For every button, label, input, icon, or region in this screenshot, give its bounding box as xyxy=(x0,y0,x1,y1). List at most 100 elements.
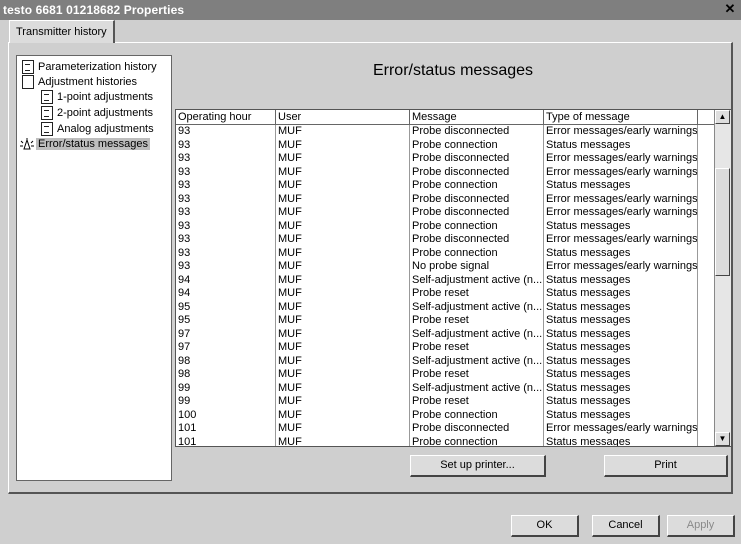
operating-hour-cell: 99 xyxy=(176,395,276,409)
message-cell: Probe connection xyxy=(410,435,544,446)
tree-item-error-status-messages[interactable]: Error/status messages xyxy=(20,137,151,152)
tree-item-label: 2-point adjustments xyxy=(57,107,153,119)
message-cell: Probe reset xyxy=(410,314,544,328)
type-of-message-cell: Status messages xyxy=(544,368,698,382)
vertical-scrollbar[interactable]: ▲ ▼ xyxy=(714,110,731,446)
table-row[interactable]: 93 MUF Probe connection Status messages xyxy=(176,138,716,152)
operating-hour-cell: 94 xyxy=(176,287,276,301)
table-row[interactable]: 93 MUF Probe disconnected Error messages/ea… xyxy=(176,233,716,247)
column-header-operating-hour[interactable]: Operating hour xyxy=(176,110,276,124)
table-row[interactable]: 93 MUF Probe disconnected Error messages/ea… xyxy=(176,165,716,179)
type-of-message-cell: Error messages/early warnings xyxy=(546,233,698,247)
user-cell: MUF xyxy=(276,165,410,179)
user-cell: MUF xyxy=(276,246,410,260)
message-cell: Self-adjustment active (n... xyxy=(412,273,544,287)
type-of-message-cell: Error messages/early warnings xyxy=(546,422,698,436)
tree-item-parameterization-history[interactable]: Parameterization history xyxy=(22,60,157,75)
table-row[interactable]: 95 MUF Self-adjustment active (n... Status … xyxy=(176,300,716,314)
window-title: testo 6681 01218682 Properties xyxy=(3,3,185,17)
tree-item-adjustment-histories[interactable]: Adjustment histories xyxy=(22,75,137,90)
table-row[interactable]: 98 MUF Probe reset Status messages xyxy=(176,368,716,382)
table-row[interactable]: 97 MUF Self-adjustment active (n... Status … xyxy=(176,327,716,341)
table-row[interactable]: 93 MUF Probe connection Status messages xyxy=(176,219,716,233)
table-row[interactable]: 93 MUF Probe connection Status messages xyxy=(176,246,716,260)
operating-hour-cell: 93 xyxy=(176,179,276,193)
tree-item-label: Adjustment histories xyxy=(38,76,138,88)
operating-hour-cell: 93 xyxy=(176,138,276,152)
scroll-down-icon[interactable]: ▼ xyxy=(715,432,730,446)
table-row[interactable]: 93 MUF No probe signal Error messages/early… xyxy=(176,260,716,274)
user-cell: MUF xyxy=(276,138,410,152)
message-cell: Probe connection xyxy=(410,138,544,152)
document-icon xyxy=(41,106,53,121)
user-cell: MUF xyxy=(276,341,410,355)
history-tree: Parameterization history Adjustment hist… xyxy=(16,55,172,481)
message-cell: Probe connection xyxy=(410,179,544,193)
type-of-message-cell: Status messages xyxy=(544,273,698,287)
column-header-user[interactable]: User xyxy=(276,110,410,124)
user-cell: MUF xyxy=(276,179,410,193)
document-icon xyxy=(22,60,34,75)
print-button[interactable]: Print xyxy=(604,455,728,477)
operating-hour-cell: 97 xyxy=(176,327,276,341)
ok-button[interactable]: OK xyxy=(511,515,579,537)
table-row[interactable]: 98 MUF Self-adjustment active (n... Status … xyxy=(176,354,716,368)
table-row[interactable]: 101 MUF Probe disconnected Error messages/e… xyxy=(176,422,716,436)
type-of-message-cell: Status messages xyxy=(544,314,698,328)
tree-item-label: Error/status messages xyxy=(36,138,151,150)
column-header-type-of-message[interactable]: Type of message xyxy=(544,110,698,124)
type-of-message-cell: Status messages xyxy=(544,327,698,341)
table-row[interactable]: 99 MUF Self-adjustment active (n... Status … xyxy=(176,381,716,395)
operating-hour-cell: 101 xyxy=(176,422,276,436)
table-row[interactable]: 93 MUF Probe disconnected Error messages/ea… xyxy=(176,152,716,166)
message-cell: Probe disconnected xyxy=(410,233,544,247)
type-of-message-cell: Status messages xyxy=(544,246,698,260)
message-cell: Probe disconnected xyxy=(410,165,544,179)
table-row[interactable]: 95 MUF Probe reset Status messages xyxy=(176,314,716,328)
close-icon[interactable]: ✕ xyxy=(723,2,737,16)
table-row[interactable]: 93 MUF Probe disconnected Error messages/ea… xyxy=(176,192,716,206)
tab-transmitter-history[interactable]: Transmitter history xyxy=(9,20,115,43)
operating-hour-cell: 93 xyxy=(176,233,276,247)
document-icon xyxy=(41,90,53,105)
table-row[interactable]: 99 MUF Probe reset Status messages xyxy=(176,395,716,409)
tree-item-1-point-adjustments[interactable]: 1-point adjustments xyxy=(41,90,153,105)
table-row[interactable]: 94 MUF Probe reset Status messages xyxy=(176,287,716,301)
table-row[interactable]: 93 MUF Probe disconnected Error messages/ea… xyxy=(176,125,716,139)
column-header-message[interactable]: Message xyxy=(410,110,544,124)
cancel-button[interactable]: Cancel xyxy=(592,515,660,537)
user-cell: MUF xyxy=(276,152,410,166)
operating-hour-cell: 93 xyxy=(176,125,276,139)
user-cell: MUF xyxy=(276,395,410,409)
operating-hour-cell: 98 xyxy=(176,368,276,382)
tree-item-2-point-adjustments[interactable]: 2-point adjustments xyxy=(41,106,153,121)
message-cell: Probe connection xyxy=(410,408,544,422)
table-row[interactable]: 97 MUF Probe reset Status messages xyxy=(176,341,716,355)
table-row[interactable]: 94 MUF Self-adjustment active (n... Status … xyxy=(176,273,716,287)
tree-item-analog-adjustments[interactable]: Analog adjustments xyxy=(41,122,154,137)
scrollbar-thumb[interactable] xyxy=(715,168,730,276)
type-of-message-cell: Error messages/early warnings xyxy=(546,206,698,220)
table-row[interactable]: 93 MUF Probe connection Status messages xyxy=(176,179,716,193)
message-cell: Probe connection xyxy=(410,246,544,260)
message-cell: Probe disconnected xyxy=(410,125,544,139)
user-cell: MUF xyxy=(276,314,410,328)
operating-hour-cell: 93 xyxy=(176,192,276,206)
operating-hour-cell: 93 xyxy=(176,206,276,220)
message-cell: Probe disconnected xyxy=(410,206,544,220)
table-row[interactable]: 101 MUF Probe connection Status messages xyxy=(176,435,716,446)
user-cell: MUF xyxy=(276,219,410,233)
scroll-up-icon[interactable]: ▲ xyxy=(715,110,730,124)
apply-button[interactable]: Apply xyxy=(667,515,735,537)
folder-document-icon xyxy=(22,75,34,90)
operating-hour-cell: 95 xyxy=(176,314,276,328)
operating-hour-cell: 99 xyxy=(176,381,276,395)
type-of-message-cell: Error messages/early warnings xyxy=(546,260,698,274)
table-row[interactable]: 100 MUF Probe connection Status messages xyxy=(176,408,716,422)
table-header: Operating hour User Message Type of mess… xyxy=(176,110,716,125)
message-cell: Probe connection xyxy=(410,219,544,233)
table-row[interactable]: 93 MUF Probe disconnected Error messages/ea… xyxy=(176,206,716,220)
set-up-printer-button[interactable]: Set up printer... xyxy=(410,455,546,477)
type-of-message-cell: Error messages/early warnings xyxy=(546,165,698,179)
user-cell: MUF xyxy=(276,300,410,314)
